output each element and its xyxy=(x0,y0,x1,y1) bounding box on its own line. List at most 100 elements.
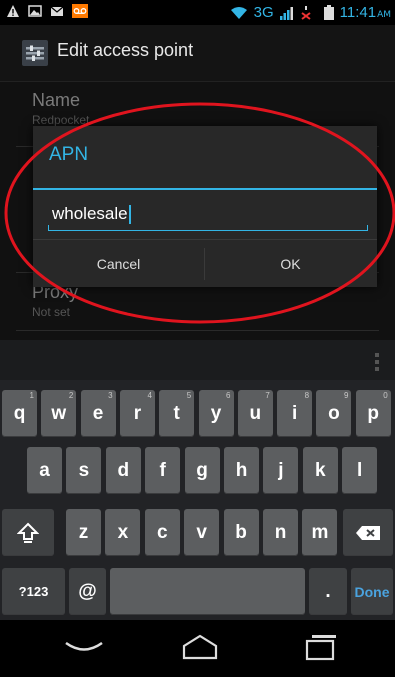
signal-icon xyxy=(279,6,293,20)
key-t-label: t xyxy=(173,402,180,424)
key-h-label: h xyxy=(235,459,248,481)
key-x[interactable]: x xyxy=(105,509,141,556)
period-key[interactable]: . xyxy=(309,568,347,615)
key-a[interactable]: a xyxy=(27,447,62,494)
key-d[interactable]: d xyxy=(105,447,141,494)
key-y-label: y xyxy=(210,402,222,424)
apn-input[interactable]: wholesale xyxy=(48,200,368,230)
key-n-label: n xyxy=(274,521,287,543)
page-title: Edit access point xyxy=(57,40,194,60)
key-u-label: u xyxy=(249,402,262,424)
keyboard-suggestion-strip xyxy=(0,340,395,380)
key-a-label: a xyxy=(39,459,50,481)
pref-name-summary: Redpocket xyxy=(32,113,90,127)
warning-icon xyxy=(7,5,19,17)
at-key-label: @ xyxy=(78,580,97,602)
wifi-icon xyxy=(230,6,247,19)
key-x-label: x xyxy=(117,521,129,543)
soft-keyboard: q 1 w 2 e 3 r 4 t 5 y 6 u 7 i 8 o 9 p 0 a s d f g h j k l z x c v b n m ?123… xyxy=(0,340,395,620)
back-chevron-icon[interactable] xyxy=(60,634,108,662)
symbols-key[interactable]: ?123 xyxy=(2,568,65,615)
key-j[interactable]: j xyxy=(263,447,299,494)
network-type: 3G xyxy=(253,4,274,21)
key-o-hint: 9 xyxy=(343,391,349,400)
key-s[interactable]: s xyxy=(66,447,102,494)
key-q[interactable]: q1 xyxy=(2,390,37,437)
key-e-label: e xyxy=(92,402,104,424)
key-l[interactable]: l xyxy=(342,447,378,494)
key-i-label: i xyxy=(291,402,298,424)
key-r[interactable]: r4 xyxy=(119,390,155,437)
key-w[interactable]: w2 xyxy=(41,390,77,437)
key-g[interactable]: g xyxy=(184,447,220,494)
settings-app-icon[interactable] xyxy=(22,40,48,66)
key-c[interactable]: c xyxy=(144,509,180,556)
key-z-label: z xyxy=(78,521,89,543)
key-u[interactable]: u7 xyxy=(237,390,273,437)
recent-apps-icon[interactable] xyxy=(304,632,340,662)
home-icon[interactable] xyxy=(180,632,220,662)
key-y[interactable]: y6 xyxy=(198,390,234,437)
action-bar: Edit access point xyxy=(0,25,395,82)
dialog-title: APN xyxy=(49,144,89,165)
divider xyxy=(16,330,379,331)
pref-name[interactable]: Name Redpocket xyxy=(32,90,89,127)
key-b[interactable]: b xyxy=(223,509,259,556)
shift-key[interactable] xyxy=(2,509,54,556)
input-underline-tick xyxy=(367,225,368,231)
email-icon xyxy=(50,6,64,16)
key-p-hint: 0 xyxy=(383,391,388,400)
key-o[interactable]: o9 xyxy=(316,390,352,437)
symbols-key-label: ?123 xyxy=(18,584,49,599)
ok-button[interactable]: OK xyxy=(205,240,376,288)
key-g-label: g xyxy=(196,459,208,481)
key-r-label: r xyxy=(133,402,142,424)
image-notification-icon xyxy=(28,5,42,17)
key-v[interactable]: v xyxy=(184,509,220,556)
key-p-label: p xyxy=(367,402,379,424)
pref-proxy-summary: Not set xyxy=(32,305,71,319)
key-p[interactable]: p0 xyxy=(355,390,391,437)
key-f-label: f xyxy=(159,459,166,481)
backspace-key[interactable] xyxy=(343,509,393,556)
key-e[interactable]: e3 xyxy=(80,390,116,437)
pref-name-title: Name xyxy=(32,90,81,110)
key-c-label: c xyxy=(157,521,168,543)
key-r-hint: 4 xyxy=(147,391,152,400)
keyboard-menu-icon[interactable] xyxy=(375,353,379,374)
key-f[interactable]: f xyxy=(145,447,181,494)
key-n[interactable]: n xyxy=(263,509,298,556)
dialog-title-divider xyxy=(33,188,377,190)
input-underline-tick xyxy=(48,225,49,231)
battery-icon xyxy=(323,5,334,20)
key-m[interactable]: m xyxy=(302,509,338,556)
apn-dialog: APN wholesale Cancel OK xyxy=(33,126,377,287)
key-o-label: o xyxy=(328,402,340,424)
key-h[interactable]: h xyxy=(224,447,259,494)
key-v-label: v xyxy=(196,521,207,543)
dialog-button-bar: Cancel OK xyxy=(33,239,377,288)
shift-icon xyxy=(17,522,39,543)
navigation-bar xyxy=(0,620,395,677)
done-key-label: Done xyxy=(354,583,390,600)
apn-input-value: wholesale xyxy=(52,204,128,223)
voicemail-icon xyxy=(72,4,88,18)
key-e-hint: 3 xyxy=(108,391,113,400)
key-i[interactable]: i8 xyxy=(277,390,313,437)
key-k[interactable]: k xyxy=(302,447,338,494)
key-y-hint: 6 xyxy=(226,391,231,400)
input-underline xyxy=(48,230,368,231)
key-u-hint: 7 xyxy=(265,391,270,400)
key-t[interactable]: t5 xyxy=(159,390,195,437)
key-j-label: j xyxy=(278,459,284,481)
text-cursor xyxy=(128,205,131,225)
at-key[interactable]: @ xyxy=(69,568,106,615)
key-z[interactable]: z xyxy=(66,509,101,556)
key-b-label: b xyxy=(235,521,247,543)
done-key[interactable]: Done xyxy=(351,568,393,615)
key-s-label: s xyxy=(78,459,90,481)
space-key[interactable] xyxy=(110,568,305,615)
backspace-icon xyxy=(356,525,380,540)
cancel-button[interactable]: Cancel xyxy=(33,240,204,288)
key-d-label: d xyxy=(117,459,130,481)
